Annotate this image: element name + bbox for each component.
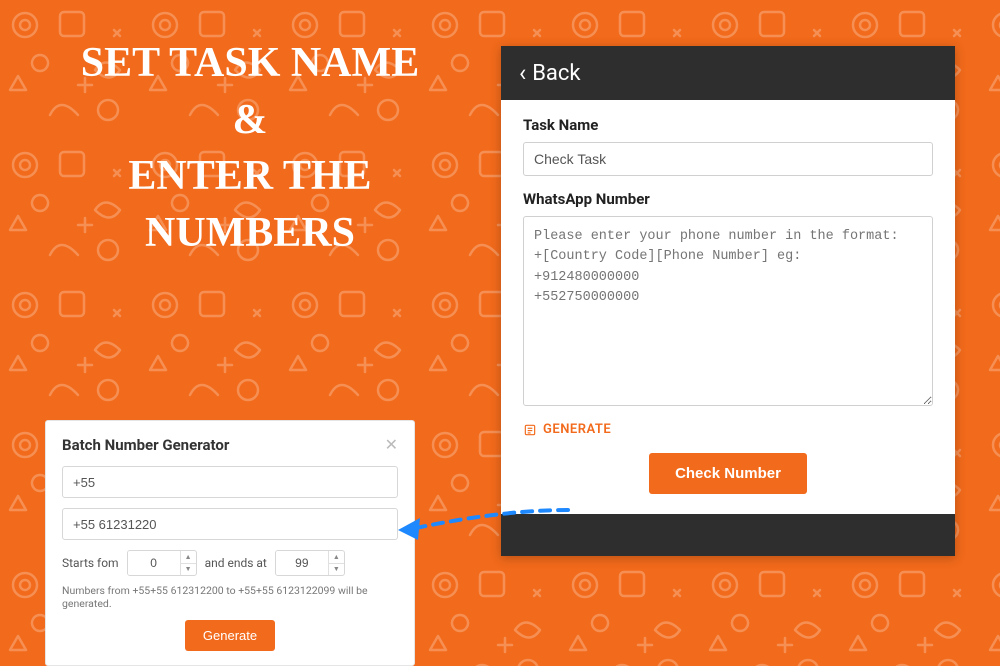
back-label: Back [532,61,580,86]
base-number-input[interactable] [62,508,398,540]
app-body: Task Name WhatsApp Number GENERATE Check… [501,100,955,514]
generate-link[interactable]: GENERATE [523,422,611,437]
starts-value-input[interactable] [128,551,180,575]
page-title: SET TASK NAME & ENTER THE NUMBERS [30,35,470,262]
generate-button[interactable]: Generate [185,620,275,651]
back-button[interactable]: ‹ Back [501,46,955,100]
ends-label: and ends at [205,556,267,570]
task-app-card: ‹ Back Task Name WhatsApp Number GENERAT… [501,46,955,556]
modal-title: Batch Number Generator [62,436,229,454]
ends-value-input[interactable] [276,551,328,575]
chevron-down-icon[interactable]: ▼ [181,564,196,576]
range-hint: Numbers from +55+55 612312200 to +55+55 … [62,584,398,610]
chevron-left-icon: ‹ [519,59,526,87]
ends-stepper[interactable]: ▲ ▼ [275,550,345,576]
chevron-up-icon[interactable]: ▲ [181,551,196,564]
batch-generator-modal: Batch Number Generator ✕ Starts fom ▲ ▼ … [45,420,415,666]
close-icon[interactable]: ✕ [385,435,398,454]
chevron-up-icon[interactable]: ▲ [329,551,344,564]
list-icon [523,423,537,437]
whatsapp-number-label: WhatsApp Number [523,190,933,208]
generate-link-label: GENERATE [543,422,611,437]
starts-label: Starts fom [62,556,119,570]
task-name-label: Task Name [523,116,933,134]
chevron-down-icon[interactable]: ▼ [329,564,344,576]
task-name-input[interactable] [523,142,933,176]
check-number-button[interactable]: Check Number [649,453,807,494]
prefix-input[interactable] [62,466,398,498]
arrow-icon [398,500,578,550]
range-row: Starts fom ▲ ▼ and ends at ▲ ▼ [62,550,398,576]
whatsapp-number-input[interactable] [523,216,933,406]
starts-stepper[interactable]: ▲ ▼ [127,550,197,576]
